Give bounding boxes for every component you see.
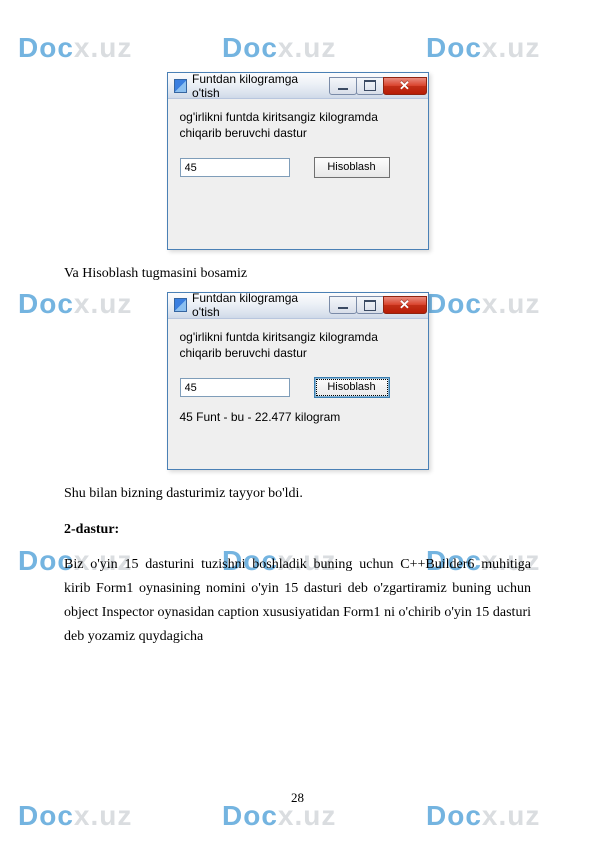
client-area: og'irlikni funtda kiritsangiz kilogramda… [168, 319, 428, 469]
window-title: Funtdan kilogramga o'tish [192, 72, 324, 100]
minimize-button[interactable] [329, 77, 357, 95]
maximize-button[interactable] [356, 77, 384, 95]
description-label: og'irlikni funtda kiritsangiz kilogramda… [180, 109, 416, 141]
paragraph: Va Hisoblash tugmasini bosamiz [64, 262, 531, 286]
page-number: 28 [0, 790, 595, 806]
paragraph: Shu bilan bizning dasturimiz tayyor bo'l… [64, 482, 531, 506]
description-label: og'irlikni funtda kiritsangiz kilogramda… [180, 329, 416, 361]
minimize-button[interactable] [329, 296, 357, 314]
window-controls [330, 77, 427, 95]
calculate-button[interactable]: Hisoblash [314, 377, 390, 398]
weight-input[interactable] [180, 378, 290, 397]
result-label: 45 Funt - bu - 22.477 kilogram [180, 410, 416, 424]
close-button[interactable] [383, 296, 427, 314]
window-title: Funtdan kilogramga o'tish [192, 291, 324, 319]
heading: 2-dastur: [64, 518, 531, 542]
titlebar: Funtdan kilogramga o'tish [168, 73, 428, 99]
app-icon [174, 79, 188, 93]
page-content: Funtdan kilogramga o'tish og'irlikni fun… [0, 0, 595, 649]
window-after: Funtdan kilogramga o'tish og'irlikni fun… [167, 292, 429, 470]
paragraph: Biz o'yin 15 dasturini tuzishni boshladi… [64, 553, 531, 648]
window-before: Funtdan kilogramga o'tish og'irlikni fun… [167, 72, 429, 250]
app-icon [174, 298, 188, 312]
window-controls [330, 296, 427, 314]
client-area: og'irlikni funtda kiritsangiz kilogramda… [168, 99, 428, 249]
calculate-button[interactable]: Hisoblash [314, 157, 390, 178]
maximize-button[interactable] [356, 296, 384, 314]
close-button[interactable] [383, 77, 427, 95]
weight-input[interactable] [180, 158, 290, 177]
titlebar: Funtdan kilogramga o'tish [168, 293, 428, 319]
